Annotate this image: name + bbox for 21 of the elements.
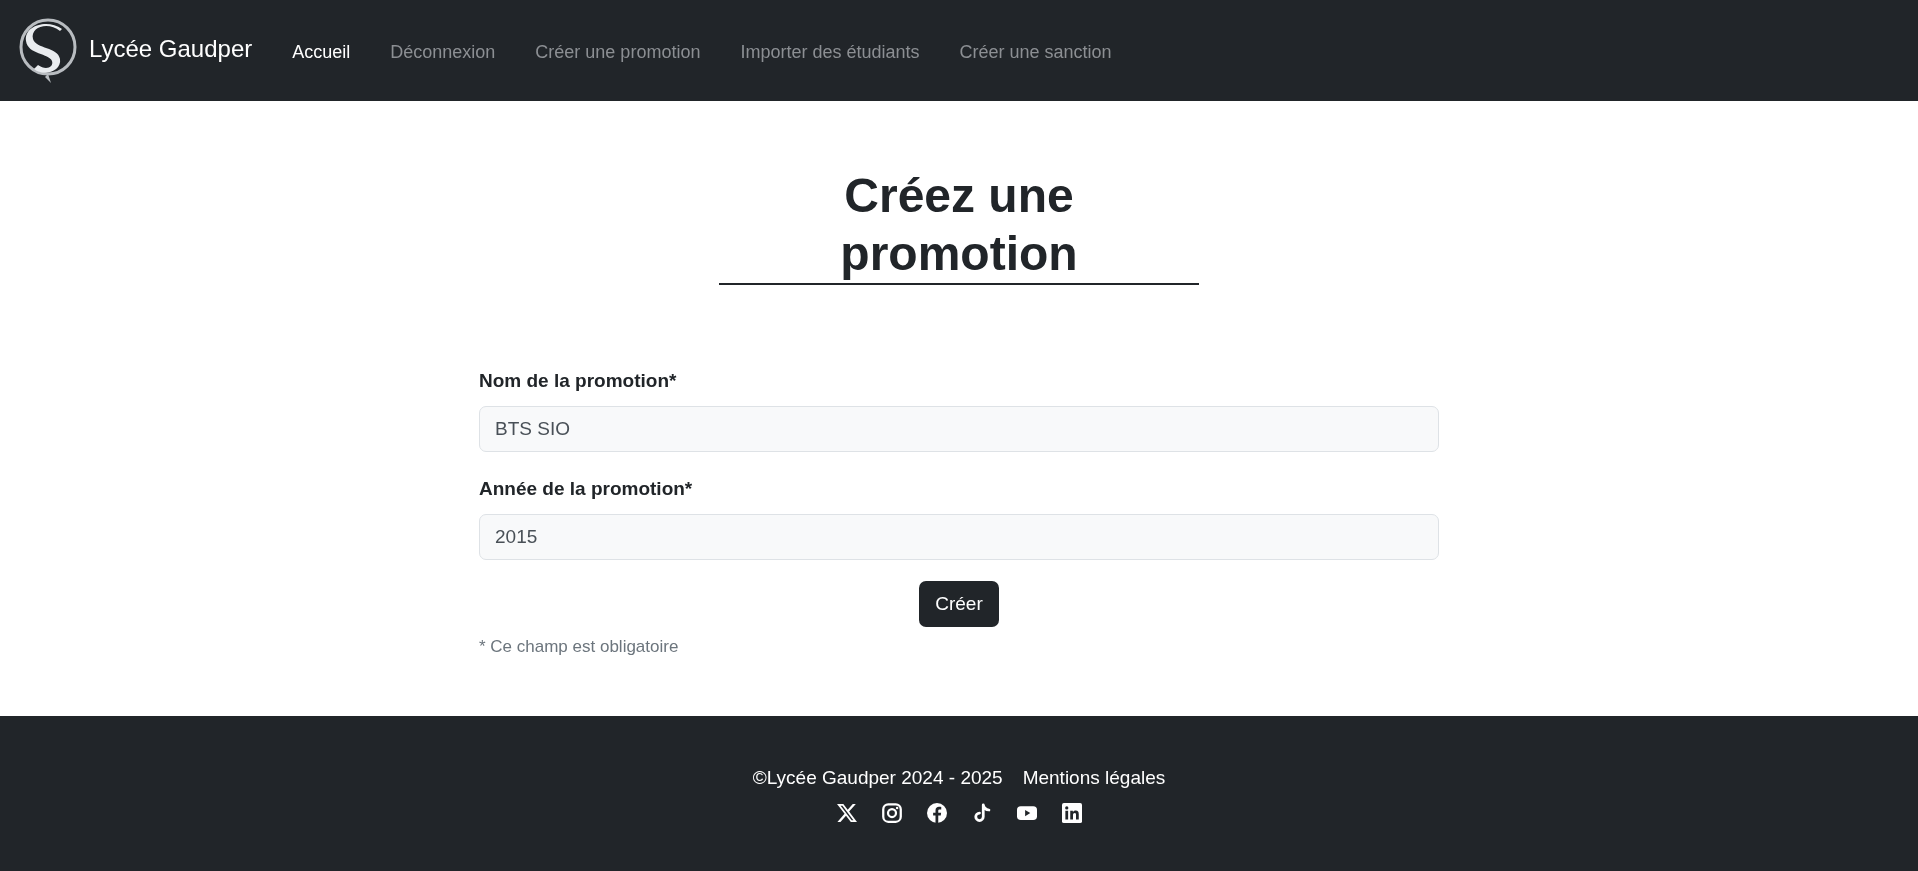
required-note: * Ce champ est obligatoire [479,636,679,658]
text-field[interactable]: 2015 [479,514,1439,560]
nav-link[interactable]: Accueil [292,38,351,65]
copyright-text: ©Lycée Gaudper 2024 - 2025 [752,766,1003,790]
field-label: Année de la promotion* [479,477,693,501]
nav-link[interactable]: Importer des étudiants [740,38,920,65]
x-icon[interactable] [836,803,857,823]
legal-link[interactable]: Mentions légales [1022,764,1166,792]
facebook-icon[interactable] [926,803,947,823]
nav-link[interactable]: Créer une promotion [535,38,701,65]
tiktok-icon[interactable] [971,803,992,823]
instagram-icon[interactable] [881,803,902,823]
create-button[interactable]: Créer [919,581,999,627]
nav-link[interactable]: Déconnexion [390,38,496,65]
brand-link[interactable]: Lycée Gaudper [89,33,253,64]
field-label: Nom de la promotion* [479,369,677,393]
text-field[interactable]: BTS SIO [479,406,1439,452]
nav-link[interactable]: Créer une sanction [959,38,1112,65]
linkedin-icon[interactable] [1061,803,1082,823]
youtube-icon[interactable] [1016,803,1037,823]
page-title: Créez une promotion [839,168,1079,282]
